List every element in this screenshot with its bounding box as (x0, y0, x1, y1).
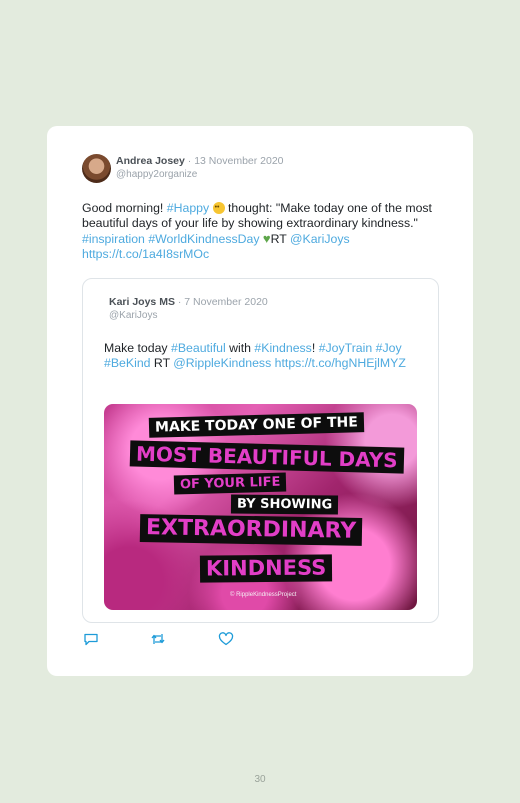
hashtag-happy[interactable]: #Happy (167, 201, 209, 215)
avatar[interactable] (82, 154, 111, 183)
hashtag-joy[interactable]: #Joy (376, 341, 402, 355)
retweet-icon (151, 634, 165, 644)
heart-icon (218, 632, 234, 646)
hashtag-inspiration[interactable]: #inspiration (82, 232, 145, 246)
reply-icon (84, 633, 98, 646)
image-text-line-6: kindness (199, 554, 333, 583)
tweet-link[interactable]: https://t.co/1a4I8srMOc (82, 247, 209, 261)
green-heart-emoji-icon: ♥ (262, 231, 271, 246)
image-text-line-2: most beautiful days (129, 440, 404, 474)
quoted-link[interactable]: https://t.co/hgNHEjlMYZ (275, 356, 406, 370)
author-name[interactable]: Andrea Josey (116, 155, 185, 167)
page-number: 30 (254, 774, 266, 785)
hashtag-kindness[interactable]: #Kindness (254, 341, 311, 355)
author-handle[interactable]: @happy2organize (116, 169, 197, 180)
retweet-button[interactable] (150, 631, 166, 647)
hashtag-worldkindnessday[interactable]: #WorldKindnessDay (148, 232, 259, 246)
quoted-text-part: with (225, 341, 255, 355)
image-text-line-5: extraordinary (139, 514, 363, 546)
mention-karijoys[interactable]: @KariJoys (290, 232, 350, 246)
image-text-line-4: by showing (230, 494, 339, 515)
hashtag-beautiful[interactable]: #Beautiful (171, 341, 226, 355)
quoted-tweet[interactable]: Kari Joys MS · 7 November 2020 @KariJoys… (82, 278, 439, 623)
quoted-handle[interactable]: @KariJoys (109, 310, 158, 321)
quoted-author-row: Kari Joys MS · 7 November 2020 (109, 296, 268, 308)
tweet-text-part: Good morning! (82, 201, 167, 215)
quoted-text: Make today #Beautiful with #Kindness! #J… (104, 341, 414, 371)
quoted-date[interactable]: · 7 November 2020 (178, 296, 268, 308)
tweet-text-part: RT (270, 232, 287, 246)
quoted-text-part: Make today (104, 341, 171, 355)
image-text-line-1: Make today one of the (148, 412, 365, 438)
smiley-emoji-icon (212, 200, 225, 215)
tweet-card: Andrea Josey · 13 November 2020 @happy2o… (47, 126, 473, 676)
quote-image[interactable]: Make today one of the most beautiful day… (104, 404, 417, 610)
tweet-actions (83, 631, 283, 647)
quoted-text-part: RT (150, 356, 174, 370)
like-button[interactable] (218, 631, 234, 647)
tweet-text: Good morning! #Happy thought: "Make toda… (82, 200, 442, 262)
hashtag-joytrain[interactable]: #JoyTrain (319, 341, 373, 355)
quoted-text-part: ! (311, 341, 319, 355)
tweet-date[interactable]: · 13 November 2020 (188, 155, 284, 167)
hashtag-bekind[interactable]: #BeKind (104, 356, 151, 370)
reply-button[interactable] (83, 631, 99, 647)
tweet-author-row: Andrea Josey · 13 November 2020 (116, 155, 284, 167)
mention-ripplekindness[interactable]: @RippleKindness (173, 356, 271, 370)
image-watermark: © RippleKindnessProject (230, 592, 297, 598)
image-text-line-3: of your life (173, 472, 287, 495)
quoted-author-name[interactable]: Kari Joys MS (109, 296, 175, 308)
